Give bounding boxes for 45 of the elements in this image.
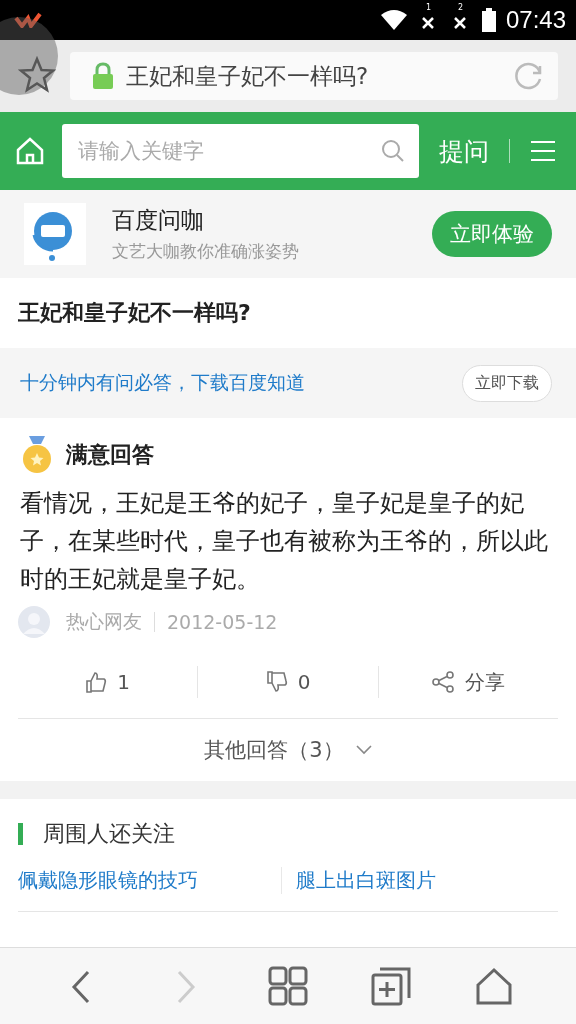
avatar-icon bbox=[18, 606, 50, 638]
share-icon bbox=[431, 670, 456, 694]
address-bar[interactable]: 王妃和皇子妃不一样吗? bbox=[70, 52, 558, 100]
answer-text: 看情况，王妃是王爷的妃子，皇子妃是皇子的妃子，在某些时代，皇子也有被称为王爷的，所以此时的王妃就是皇子妃。 bbox=[20, 488, 549, 595]
page-title: 王妃和皇子妃不一样吗? bbox=[126, 61, 370, 91]
chevron-down-icon[interactable] bbox=[355, 745, 372, 755]
battery-icon bbox=[481, 8, 496, 32]
best-answer-label: 满意回答 bbox=[66, 441, 154, 469]
related-link[interactable]: 佩戴隐形眼镜的技巧 bbox=[18, 866, 281, 894]
app-logo-icon bbox=[14, 12, 42, 28]
vote-count: 0 bbox=[297, 670, 311, 694]
try-now-button[interactable]: 立即体验 bbox=[432, 211, 552, 257]
related-link[interactable]: 腿上出白斑图片 bbox=[280, 866, 558, 894]
share-link[interactable]: 分享 bbox=[465, 668, 506, 696]
lock-icon bbox=[92, 62, 114, 90]
other-answers-link[interactable]: 其他回答（3） bbox=[204, 736, 344, 764]
clock-time: 07:43 bbox=[505, 6, 566, 34]
sim-number: 1 bbox=[425, 3, 432, 12]
search-field[interactable]: 请输入关键字 bbox=[62, 124, 419, 178]
ask-link[interactable]: 提问 bbox=[439, 134, 489, 168]
star-icon[interactable] bbox=[18, 56, 56, 94]
app-tagline: 文艺大咖教你准确涨姿势 bbox=[112, 240, 300, 263]
download-button[interactable]: 立即下载 bbox=[462, 364, 552, 402]
question-title: 王妃和皇子妃不一样吗? bbox=[18, 299, 251, 327]
wifi-icon bbox=[379, 9, 408, 31]
answer-date: 2012-05-12 bbox=[167, 611, 278, 633]
thumbs-down-icon bbox=[265, 671, 288, 693]
vote-count: 1 bbox=[117, 670, 131, 694]
app-name: 百度问咖 bbox=[112, 206, 205, 235]
home-icon[interactable] bbox=[16, 137, 44, 165]
home-icon[interactable] bbox=[474, 966, 515, 1006]
new-tab-icon[interactable] bbox=[371, 966, 412, 1006]
menu-icon[interactable] bbox=[530, 140, 556, 162]
sim-number: 2 bbox=[457, 3, 464, 12]
section-title: 周围人还关注 bbox=[43, 820, 175, 848]
section-marker bbox=[18, 823, 23, 845]
no-signal-icon bbox=[420, 16, 435, 30]
floating-ball[interactable] bbox=[0, 17, 58, 95]
medal-icon bbox=[22, 436, 52, 474]
chat-bubble-logo-icon bbox=[24, 203, 86, 265]
download-promo-link[interactable]: 十分钟内有问必答，下载百度知道 bbox=[20, 370, 462, 396]
no-signal-icon bbox=[452, 16, 467, 30]
thumbs-up-icon bbox=[85, 671, 108, 693]
grid-icon[interactable] bbox=[267, 966, 308, 1006]
author-name: 热心网友 bbox=[66, 609, 142, 634]
